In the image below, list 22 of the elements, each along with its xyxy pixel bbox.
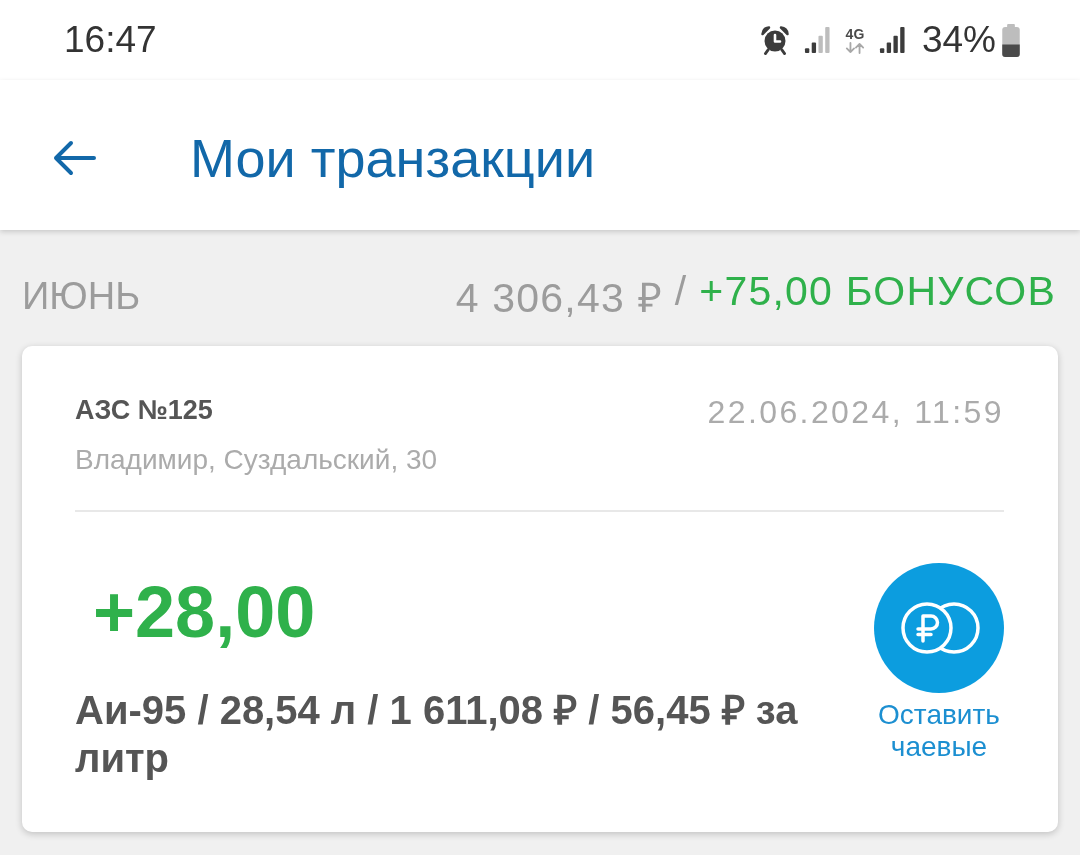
signal-bars-icon <box>803 26 831 54</box>
status-time: 16:47 <box>64 19 157 61</box>
back-button[interactable] <box>52 140 96 176</box>
screen-title: Мои транзакции <box>190 127 596 189</box>
ruble-coins-icon <box>874 563 1004 693</box>
leave-tip-button[interactable]: Оставить чаевые <box>864 563 1014 763</box>
data-arrows-icon <box>844 41 865 54</box>
month-total: 4 306,43 ₽ <box>455 274 663 323</box>
alarm-clock-icon <box>759 25 790 55</box>
total-separator: / <box>674 268 688 316</box>
fuel-details: Аи-95 / 28,54 л / 1 611,08 ₽ / 56,45 ₽ за литр <box>75 687 799 782</box>
back-arrow-icon <box>52 140 96 176</box>
month-label: ИЮНЬ <box>22 274 141 318</box>
bonus-amount: +28,00 <box>92 572 317 652</box>
battery-percent: 34% <box>921 19 996 61</box>
station-name: АЗС №125 <box>75 394 214 426</box>
network-type-label: 4G <box>845 26 865 41</box>
battery-icon <box>1002 23 1020 57</box>
month-bonus-total: +75,00 БОНУСОВ <box>699 268 1056 316</box>
transaction-datetime: 22.06.2024, 11:59 <box>707 394 1004 430</box>
station-address: Владимир, Суздальский, 30 <box>75 444 438 476</box>
signal-bars-icon <box>878 26 906 54</box>
